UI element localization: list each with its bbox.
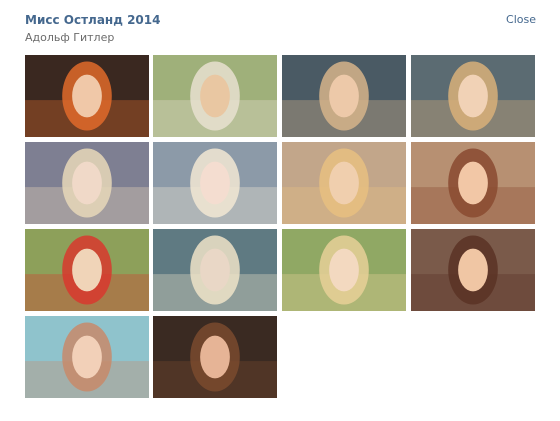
photo-thumbnail[interactable] xyxy=(153,229,277,311)
photo-image xyxy=(25,55,149,137)
photo-thumbnail[interactable] xyxy=(25,55,149,137)
album-title[interactable]: Мисс Остланд 2014 xyxy=(25,13,160,27)
photo-thumbnail[interactable] xyxy=(282,142,406,224)
album-viewer: Мисс Остланд 2014 Адольф Гитлер Close xyxy=(0,0,560,421)
close-button[interactable]: Close xyxy=(506,13,536,26)
photo-image xyxy=(282,142,406,224)
photo-image xyxy=(411,55,535,137)
photo-image xyxy=(25,142,149,224)
photo-image xyxy=(411,142,535,224)
photo-image xyxy=(25,229,149,311)
photo-thumbnail[interactable] xyxy=(153,55,277,137)
photo-thumbnail[interactable] xyxy=(153,316,277,398)
photo-thumbnail[interactable] xyxy=(411,55,535,137)
photo-thumbnail[interactable] xyxy=(25,316,149,398)
photo-thumbnail[interactable] xyxy=(282,229,406,311)
photo-thumbnail[interactable] xyxy=(282,55,406,137)
photo-image xyxy=(153,316,277,398)
photo-thumbnail[interactable] xyxy=(25,142,149,224)
photo-image xyxy=(153,229,277,311)
photo-thumbnail[interactable] xyxy=(25,229,149,311)
photo-image xyxy=(25,316,149,398)
photo-thumbnail[interactable] xyxy=(411,229,535,311)
photo-thumbnail[interactable] xyxy=(411,142,535,224)
photo-thumbnail[interactable] xyxy=(153,142,277,224)
album-author[interactable]: Адольф Гитлер xyxy=(25,31,114,44)
photo-image xyxy=(153,55,277,137)
photo-image xyxy=(153,142,277,224)
photo-image xyxy=(282,229,406,311)
photo-image xyxy=(282,55,406,137)
photo-image xyxy=(411,229,535,311)
